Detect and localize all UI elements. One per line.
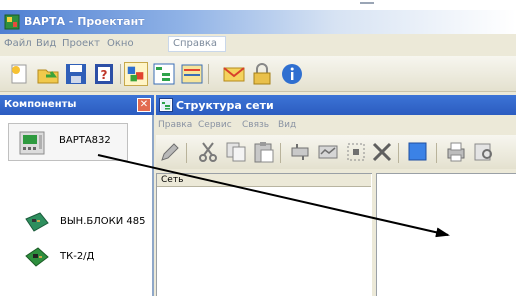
- lock-icon[interactable]: [250, 62, 274, 86]
- main-menubar: Файл Вид Проект Окно Справка: [0, 35, 516, 53]
- print-icon[interactable]: [444, 140, 468, 164]
- tree-header-label: Сеть: [161, 175, 184, 185]
- menu-service[interactable]: Сервис: [198, 120, 232, 130]
- components-panel: Компоненты ✕ ВАРТА832 ВЫН.БЛОКИ 485 ТК-2…: [0, 95, 154, 296]
- preview-icon[interactable]: [472, 140, 496, 164]
- paste-icon[interactable]: [252, 140, 276, 164]
- main-toolbar: ?: [0, 56, 516, 92]
- component-label: ВАРТА832: [59, 135, 111, 146]
- delete-icon[interactable]: [370, 140, 394, 164]
- app-title: ВАРТА - Проектант: [24, 15, 145, 28]
- menu-help[interactable]: Справка: [173, 38, 217, 49]
- toolbar-separator: [120, 64, 121, 84]
- add-line-icon[interactable]: [316, 140, 340, 164]
- app-logo-icon: [4, 14, 20, 30]
- mail-icon[interactable]: [222, 62, 246, 86]
- toolbar-separator: [280, 143, 281, 163]
- new-icon[interactable]: [8, 62, 32, 86]
- board-icon: [24, 246, 50, 270]
- select-icon[interactable]: [344, 140, 368, 164]
- menu-connection[interactable]: Связь: [242, 120, 269, 130]
- add-device-icon[interactable]: [288, 140, 312, 164]
- help-book-icon[interactable]: ?: [92, 62, 116, 86]
- tree-header: Сеть: [157, 174, 371, 187]
- color-icon[interactable]: [406, 140, 430, 164]
- menu-file[interactable]: Файл: [4, 38, 32, 49]
- component-item-varta832[interactable]: ВАРТА832: [8, 123, 128, 161]
- network-window-titlebar[interactable]: Структура сети: [156, 95, 516, 115]
- menu-view[interactable]: Вид: [36, 38, 56, 49]
- toolbar-separator: [186, 143, 187, 163]
- copy-icon[interactable]: [224, 140, 248, 164]
- menu-window[interactable]: Окно: [107, 38, 134, 49]
- close-icon[interactable]: ✕: [137, 98, 151, 112]
- network-window-menubar: Правка Сервис Связь Вид: [156, 117, 516, 133]
- svg-text:?: ?: [101, 68, 108, 82]
- top-strip: [0, 0, 516, 10]
- edit-icon[interactable]: [158, 140, 182, 164]
- save-icon[interactable]: [64, 62, 88, 86]
- toolbar-separator: [208, 64, 209, 84]
- table-icon[interactable]: [180, 62, 204, 86]
- app-titlebar[interactable]: ВАРТА - Проектант: [0, 10, 516, 34]
- cut-icon[interactable]: [196, 140, 220, 164]
- menu-edit[interactable]: Правка: [158, 120, 192, 130]
- network-view-pane[interactable]: [376, 173, 516, 296]
- network-toolbar: [156, 135, 516, 169]
- device-icon: [19, 130, 45, 156]
- board-icon: [24, 211, 50, 235]
- components-panel-header[interactable]: Компоненты ✕: [0, 95, 154, 115]
- tree-icon[interactable]: [152, 62, 176, 86]
- menu-project[interactable]: Проект: [62, 38, 100, 49]
- network-window-title: Структура сети: [176, 99, 274, 112]
- menu-net-view[interactable]: Вид: [278, 120, 296, 130]
- toolbar-separator: [436, 143, 437, 163]
- component-item-tk2d[interactable]: ТК-2/Д: [8, 242, 148, 272]
- toolbar-separator: [398, 143, 399, 163]
- component-label: ВЫН.БЛОКИ 485: [60, 216, 146, 227]
- component-item-ext-blocks[interactable]: ВЫН.БЛОКИ 485: [8, 207, 148, 237]
- network-tree-pane[interactable]: Сеть: [156, 173, 372, 296]
- component-label: ТК-2/Д: [60, 251, 95, 262]
- network-window-icon: [159, 98, 173, 112]
- network-structure-window: Структура сети Правка Сервис Связь Вид С…: [156, 95, 516, 296]
- info-icon[interactable]: [280, 62, 304, 86]
- open-icon[interactable]: [36, 62, 60, 86]
- components-panel-title: Компоненты: [4, 99, 77, 110]
- components-icon[interactable]: [124, 62, 148, 86]
- app-window: ВАРТА - Проектант Файл Вид Проект Окно С…: [0, 0, 516, 296]
